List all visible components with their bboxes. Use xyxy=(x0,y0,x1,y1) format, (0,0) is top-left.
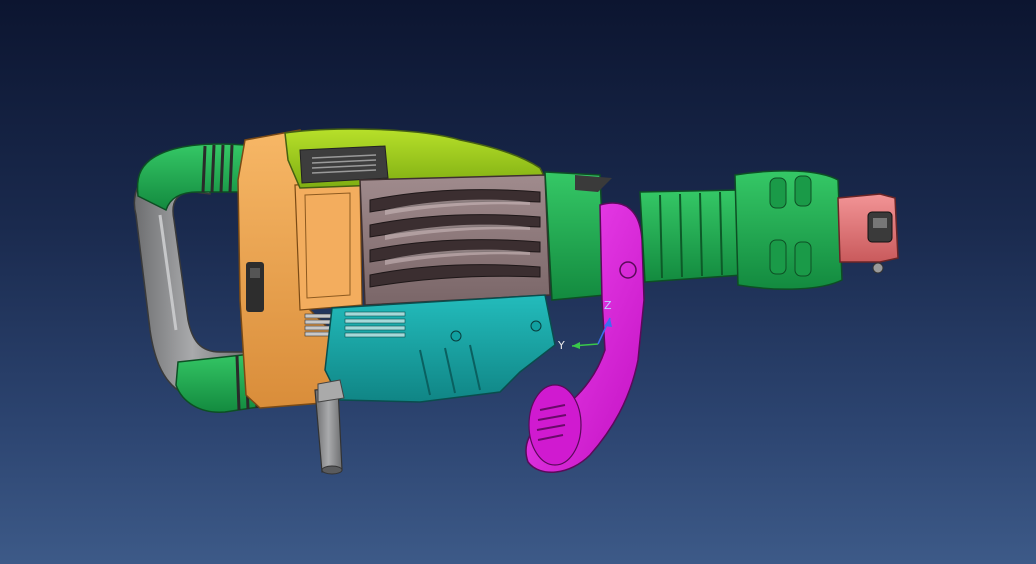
y-axis-label: Y xyxy=(558,339,565,352)
rear-handle-grip-top[interactable] xyxy=(136,143,249,212)
cad-3d-viewport[interactable]: Y Z xyxy=(0,0,1036,564)
z-axis-label: Z xyxy=(604,299,612,312)
jackhammer-3d-model[interactable] xyxy=(0,0,1036,564)
base-housing-teal[interactable] xyxy=(324,294,556,403)
chuck-latch-icon[interactable] xyxy=(867,211,893,243)
cord-strain-relief[interactable] xyxy=(314,379,345,475)
cooling-grille-taupe[interactable] xyxy=(359,174,551,306)
barrel-green[interactable] xyxy=(639,170,843,290)
tool-chuck-salmon[interactable] xyxy=(837,193,899,274)
side-switch-icon[interactable] xyxy=(246,262,264,312)
